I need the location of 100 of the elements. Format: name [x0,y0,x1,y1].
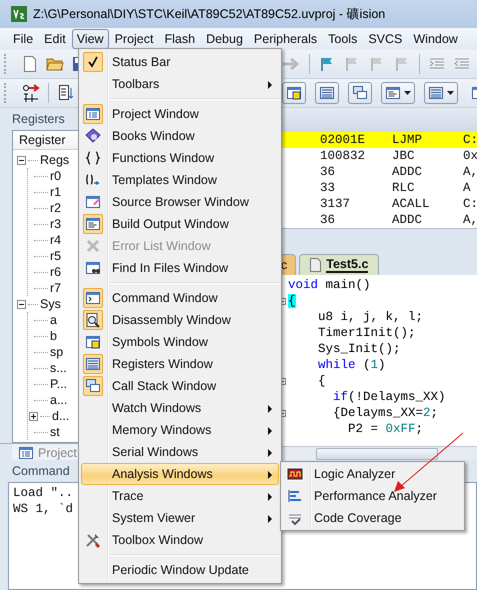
submenu-arrow-icon [268,449,272,457]
table-cell-text: 100832 [319,148,366,164]
menu-item[interactable]: Project Window [81,103,279,125]
submenu-arrow-icon [268,81,272,89]
menu-item[interactable]: Disassembly Window [81,309,279,331]
menu-item[interactable]: Symbols Window [81,331,279,353]
tree-item[interactable]: r1 [50,185,62,199]
tree-item[interactable]: r6 [50,265,62,279]
menu-item[interactable]: Status Bar [81,51,279,73]
menu-item[interactable]: Find In Files Window [81,257,279,279]
waveform-icon [287,466,303,482]
checkmark-icon [87,56,99,68]
open-folder-icon[interactable] [46,56,64,72]
menu-item[interactable]: Toolbars [81,73,279,95]
new-file-icon[interactable] [22,55,38,73]
menu-item[interactable]: Code Coverage [283,507,462,529]
submenu-arrow-icon [268,493,272,501]
menu-item[interactable]: Peripherals [248,29,322,49]
table-cell-text: ADDC [392,164,424,180]
tree-item[interactable]: P... [50,377,68,391]
menu-item[interactable]: SVCS [363,29,408,49]
menu-item[interactable]: Tools [323,29,362,49]
symbol-window-icon [85,334,101,350]
hammer-wrench-icon [85,532,101,548]
menu-item[interactable]: Functions Window [81,147,279,169]
tree-item[interactable]: r7 [50,281,62,295]
stacked-windows-icon [85,378,101,394]
menu-item[interactable]: Source Browser Window [81,191,279,213]
tree-item[interactable]: r2 [50,201,62,215]
file-tab[interactable]: Test5.c [299,254,380,275]
menu-item[interactable]: Analysis Windows [81,463,279,485]
tree-item[interactable]: Regs [40,153,70,167]
menu-item[interactable]: Trace [81,485,279,507]
menu-item[interactable]: View [72,29,109,49]
tree-item[interactable]: r3 [50,217,62,231]
tree-item[interactable]: r0 [50,169,62,183]
tree-item[interactable]: a [50,313,57,327]
expand-icon[interactable] [29,412,38,420]
menu-item[interactable]: File [8,29,38,49]
scrollbar-thumb[interactable] [316,448,438,460]
bar-chart-icon [287,488,303,504]
code-line: u8 i, j, k, l; [317,310,424,324]
submenu-arrow-icon [268,515,272,523]
flag-icon[interactable] [319,56,335,72]
window-title: Z:\G\Personal\DIY\STC\Keil\AT89C52\AT89C52.uvproj - 礦ision [33,6,386,22]
tree-item[interactable]: d... [52,409,70,423]
tree-item[interactable]: b [50,329,57,343]
tree-item[interactable]: a... [50,393,68,407]
menu-item[interactable]: Watch Windows [81,397,279,419]
menu-item[interactable]: Templates Window [81,169,279,191]
menu-item[interactable]: Window [408,29,463,49]
menu-item[interactable]: Toolbox Window [81,529,279,551]
table-cell-text: 36 [319,212,336,228]
collapse-icon[interactable] [17,300,26,308]
tree-item[interactable]: sp [50,345,64,359]
menu-item[interactable]: Call Stack Window [81,375,279,397]
menu-item[interactable]: Edit [39,29,71,49]
toolbar-button[interactable] [315,82,339,104]
toolbar-button[interactable] [348,82,372,104]
menu-item[interactable]: Registers Window [81,353,279,375]
toolbar-dropdown[interactable] [381,82,415,104]
brackets-arrow-icon [85,172,101,188]
menu-item[interactable]: Build Output Window [81,213,279,235]
table-cell: A, [463,212,477,228]
collapse-icon[interactable] [17,156,26,164]
code-line: {Delayms_XX=2; [332,406,438,420]
x-icon [85,238,101,254]
menu-item[interactable]: Logic Analyzer [283,463,462,485]
stacked-lines-icon [428,85,444,101]
menu-item[interactable]: Flash [159,29,200,49]
tree-item[interactable]: r5 [50,249,62,263]
code-line: void main() [288,278,371,292]
menu-item[interactable]: Serial Windows [81,441,279,463]
menu-item[interactable]: Project [110,29,158,49]
menu-item[interactable]: Performance Analyzer [283,485,462,507]
output-line: Load ".. [13,486,74,502]
list-arrow-icon[interactable] [57,84,75,102]
toolbar-button[interactable] [282,82,306,104]
tree-item[interactable]: r4 [50,233,62,247]
caret-icon [447,91,454,95]
submenu-arrow-icon [268,405,272,413]
reset-icon[interactable] [22,83,40,103]
tree-item[interactable]: st [50,425,60,439]
table-cell-text: 3137 [319,196,352,212]
tree-item[interactable]: Sys [40,297,61,311]
menu-item[interactable]: Debug [201,29,248,49]
table-cell: LJMP [392,132,463,148]
table-cell-text: A [463,180,472,196]
toolbar-dropdown[interactable] [424,82,458,104]
menu-item[interactable]: Memory Windows [81,419,279,441]
tree-item[interactable]: s... [50,361,67,375]
code-line: Timer1Init(); [317,326,416,340]
menu-item[interactable]: System Viewer [81,507,279,529]
table-cell: C: [463,196,477,212]
menu-item[interactable]: Command Window [81,287,279,309]
table-cell-text: 33 [319,180,336,196]
code-line: if(!Delayms_XX) [332,390,446,404]
text-window-icon [385,85,401,101]
help-book-icon [85,128,101,144]
menu-item[interactable]: Periodic Window Update [81,559,279,581]
